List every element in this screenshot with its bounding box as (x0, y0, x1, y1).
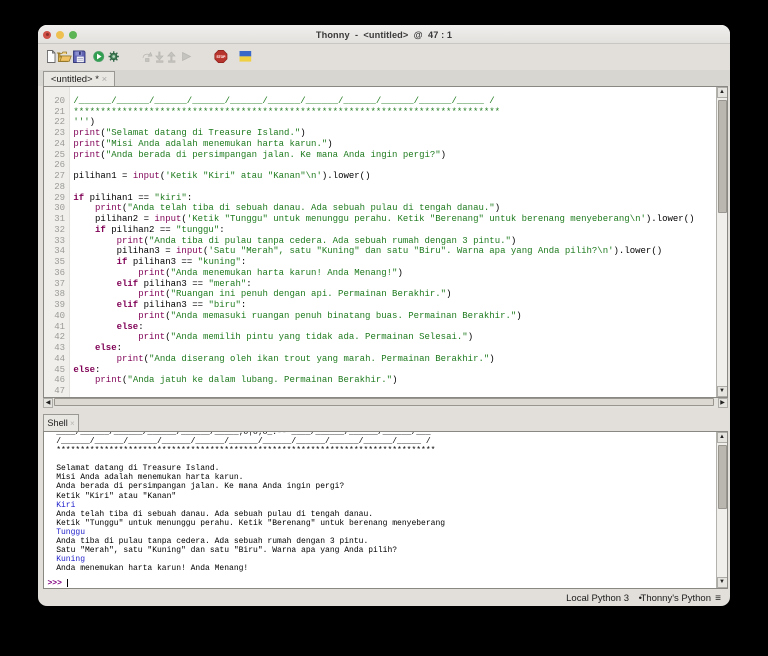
svg-text:STOP: STOP (216, 55, 226, 59)
